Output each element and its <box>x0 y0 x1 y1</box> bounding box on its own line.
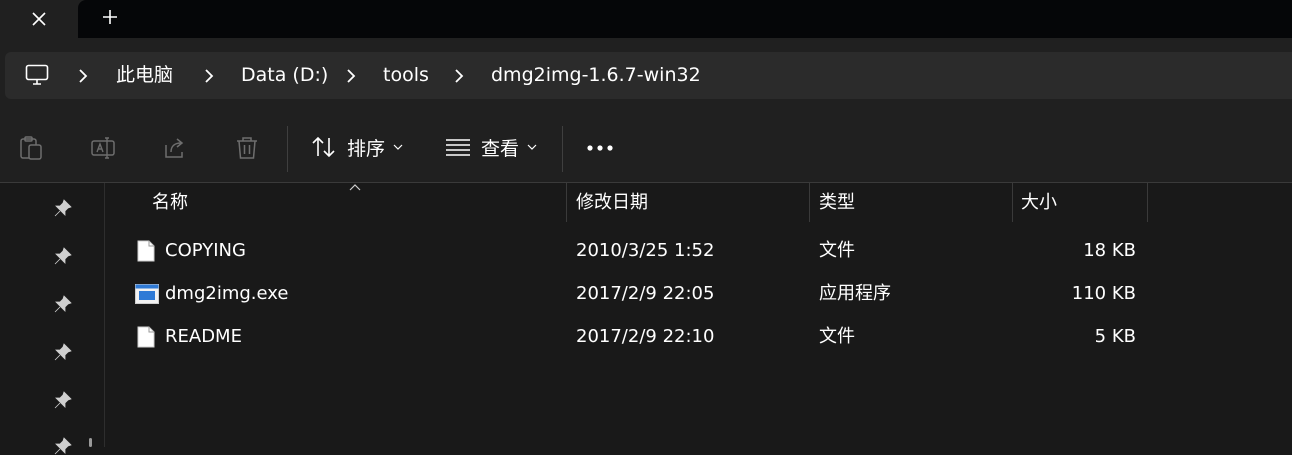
file-type: 文件 <box>819 326 855 347</box>
toolbar-divider <box>287 126 288 172</box>
view-icon <box>446 139 470 156</box>
sort-icon <box>312 136 335 158</box>
address-bar[interactable]: 此电脑 Data (D:) tools dmg2img-1.6.7-win32 <box>5 52 1292 99</box>
nav-scrollbar-thumb[interactable] <box>89 438 92 447</box>
breadcrumb-tools[interactable]: tools <box>383 52 429 99</box>
tab-strip-background <box>78 0 1292 38</box>
close-tab-button[interactable] <box>0 0 78 38</box>
view-label: 查看 <box>481 137 520 160</box>
file-size: 18 KB <box>1083 240 1136 261</box>
file-size: 110 KB <box>1071 283 1136 304</box>
pin-icon[interactable] <box>54 199 72 217</box>
chevron-right-icon[interactable] <box>78 69 88 83</box>
pin-icon[interactable] <box>54 343 72 361</box>
file-row[interactable]: dmg2img.exe 2017/2/9 22:05 应用程序 110 KB <box>120 273 1150 315</box>
toolbar-divider <box>562 126 563 172</box>
file-modified: 2017/2/9 22:05 <box>576 283 715 304</box>
exe-icon <box>135 284 159 304</box>
breadcrumb-data-drive[interactable]: Data (D:) <box>241 52 328 99</box>
column-divider[interactable] <box>1147 183 1148 222</box>
file-icon <box>137 240 155 262</box>
plus-icon <box>103 10 117 24</box>
file-size: 5 KB <box>1094 326 1136 347</box>
file-icon <box>137 326 155 348</box>
file-modified: 2010/3/25 1:52 <box>576 240 715 261</box>
pin-icon[interactable] <box>54 295 72 313</box>
view-button[interactable]: 查看 <box>445 129 537 165</box>
file-modified: 2017/2/9 22:10 <box>576 326 715 347</box>
column-divider[interactable] <box>1012 183 1013 222</box>
breadcrumb-this-pc[interactable]: 此电脑 <box>116 52 173 99</box>
tab-strip <box>0 0 1292 38</box>
rename-icon[interactable] <box>90 135 116 161</box>
command-bar: 排序 查看 <box>0 111 1292 183</box>
column-header-type[interactable]: 类型 <box>819 183 855 223</box>
column-header-name[interactable]: 名称 <box>152 183 188 223</box>
file-row[interactable]: README 2017/2/9 22:10 文件 5 KB <box>120 316 1150 358</box>
file-type: 应用程序 <box>819 283 891 304</box>
file-name: README <box>165 326 242 347</box>
pin-icon[interactable] <box>54 391 72 409</box>
share-icon[interactable] <box>162 135 188 161</box>
file-name: dmg2img.exe <box>165 283 289 304</box>
column-divider[interactable] <box>566 183 567 222</box>
chevron-right-icon[interactable] <box>204 69 214 83</box>
this-pc-icon[interactable] <box>25 64 49 86</box>
file-type: 文件 <box>819 240 855 261</box>
chevron-right-icon[interactable] <box>346 69 356 83</box>
address-area: 此电脑 Data (D:) tools dmg2img-1.6.7-win32 <box>0 38 1292 111</box>
chevron-down-icon <box>527 144 537 150</box>
sort-label: 排序 <box>347 137 386 160</box>
sort-ascending-icon <box>349 184 361 191</box>
more-options-icon[interactable] <box>586 144 614 152</box>
breadcrumb-current-folder[interactable]: dmg2img-1.6.7-win32 <box>491 52 701 99</box>
column-header-modified[interactable]: 修改日期 <box>576 183 648 223</box>
sort-button[interactable]: 排序 <box>311 129 403 165</box>
delete-icon[interactable] <box>234 135 260 161</box>
chevron-right-icon[interactable] <box>454 69 464 83</box>
pin-icon[interactable] <box>54 437 72 455</box>
new-tab-button[interactable] <box>96 4 124 30</box>
file-name: COPYING <box>165 240 246 261</box>
chevron-down-icon <box>393 144 403 150</box>
paste-icon[interactable] <box>18 135 44 161</box>
file-row[interactable]: COPYING 2010/3/25 1:52 文件 18 KB <box>120 230 1150 272</box>
column-divider[interactable] <box>809 183 810 222</box>
column-header-size[interactable]: 大小 <box>1021 183 1057 223</box>
close-icon <box>32 12 46 26</box>
navigation-pane <box>0 183 105 455</box>
pin-icon[interactable] <box>54 247 72 265</box>
